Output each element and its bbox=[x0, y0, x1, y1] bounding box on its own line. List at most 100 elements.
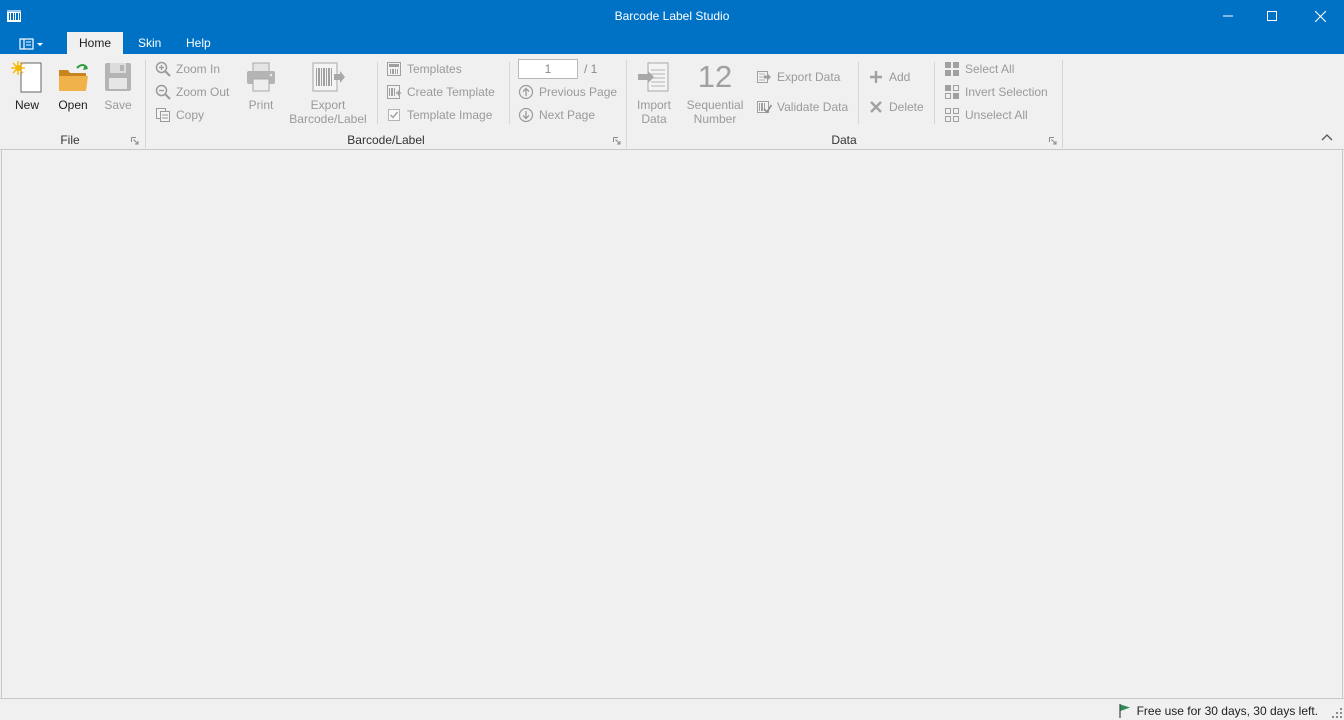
sequential-number-icon: 12 bbox=[697, 59, 733, 94]
status-message: Free use for 30 days, 30 days left. bbox=[1118, 703, 1318, 719]
save-button[interactable]: Save bbox=[97, 60, 139, 112]
close-button[interactable] bbox=[1297, 0, 1343, 32]
copy-label: Copy bbox=[176, 108, 205, 122]
template-image-label: Template Image bbox=[407, 108, 493, 122]
zoom-out-label: Zoom Out bbox=[176, 85, 230, 99]
zoom-out-button[interactable]: Zoom Out bbox=[155, 82, 229, 102]
document-workspace[interactable] bbox=[1, 150, 1343, 698]
export-data-icon bbox=[757, 71, 771, 83]
template-image-checkbox[interactable]: Template Image bbox=[386, 105, 492, 125]
sequential-number-button[interactable]: 12 Sequential Number bbox=[684, 59, 746, 127]
templates-label: Templates bbox=[407, 62, 462, 76]
previous-page-button[interactable]: Previous Page bbox=[518, 82, 617, 102]
add-button[interactable]: Add bbox=[868, 67, 910, 87]
sub-separator bbox=[858, 62, 859, 124]
open-button[interactable]: Open bbox=[52, 60, 94, 112]
invert-selection-label: Invert Selection bbox=[965, 85, 1048, 99]
create-template-label: Create Template bbox=[407, 85, 495, 99]
import-data-label-line2: Data bbox=[641, 112, 667, 126]
tab-home[interactable]: Home bbox=[67, 32, 124, 54]
select-all-label: Select All bbox=[965, 62, 1015, 76]
save-disk-icon bbox=[105, 63, 131, 91]
maximize-icon bbox=[1267, 11, 1277, 21]
group-label-barcode-label: Barcode/Label bbox=[347, 133, 425, 147]
ribbon-tab-strip: Home Skin Help bbox=[0, 32, 1344, 54]
status-bar: Free use for 30 days, 30 days left. bbox=[0, 698, 1344, 720]
status-text: Free use for 30 days, 30 days left. bbox=[1136, 704, 1318, 718]
arrow-down-circle-icon bbox=[518, 107, 534, 123]
checkbox-checked-icon bbox=[388, 109, 400, 121]
add-label: Add bbox=[889, 70, 911, 84]
create-template-button[interactable]: Create Template bbox=[386, 82, 495, 102]
create-template-icon bbox=[387, 85, 401, 99]
open-button-label: Open bbox=[58, 98, 88, 112]
copy-button[interactable]: Copy bbox=[155, 105, 204, 125]
printer-icon bbox=[247, 62, 275, 92]
sequential-number-label-line1: Sequential bbox=[686, 98, 744, 112]
collapse-ribbon-icon[interactable] bbox=[1320, 132, 1334, 142]
minimize-icon bbox=[1223, 15, 1233, 17]
data-dialog-launcher-icon[interactable] bbox=[1049, 137, 1057, 145]
delete-button[interactable]: Delete bbox=[868, 97, 924, 117]
group-label-data: Data bbox=[831, 133, 857, 147]
next-page-label: Next Page bbox=[539, 108, 596, 122]
group-separator bbox=[1062, 60, 1063, 148]
tab-help[interactable]: Help bbox=[174, 32, 223, 54]
page-number-input[interactable]: 1 bbox=[518, 59, 578, 79]
invert-selection-button[interactable]: Invert Selection bbox=[944, 82, 1048, 102]
import-data-icon bbox=[638, 62, 669, 92]
validate-data-button[interactable]: Validate Data bbox=[756, 97, 848, 117]
application-menu-icon[interactable] bbox=[18, 37, 46, 51]
new-button[interactable]: New bbox=[6, 60, 48, 112]
templates-button[interactable]: Templates bbox=[386, 59, 462, 79]
zoom-in-icon bbox=[155, 61, 171, 77]
export-barcode-label-line2: Barcode/Label bbox=[289, 112, 367, 126]
page-total-label: / 1 bbox=[584, 62, 598, 76]
plus-icon bbox=[870, 71, 882, 83]
unselect-all-icon bbox=[945, 108, 959, 122]
export-barcode-icon bbox=[312, 62, 345, 92]
tab-skin[interactable]: Skin bbox=[126, 32, 173, 54]
select-all-icon bbox=[945, 62, 959, 76]
sub-separator bbox=[377, 62, 378, 124]
save-button-label: Save bbox=[104, 98, 132, 112]
zoom-out-icon bbox=[155, 84, 171, 100]
zoom-in-label: Zoom In bbox=[176, 62, 221, 76]
window-title: Barcode Label Studio bbox=[614, 9, 730, 23]
export-data-button[interactable]: Export Data bbox=[756, 67, 840, 87]
close-icon bbox=[1314, 10, 1326, 22]
group-label-file: File bbox=[60, 133, 80, 147]
arrow-up-circle-icon bbox=[518, 84, 534, 100]
copy-icon bbox=[156, 108, 170, 122]
file-dialog-launcher-icon[interactable] bbox=[131, 137, 139, 145]
print-button[interactable]: Print bbox=[240, 60, 282, 112]
import-data-label-line1: Import bbox=[636, 98, 671, 112]
barcode-dialog-launcher-icon[interactable] bbox=[613, 137, 621, 145]
title-bar: Barcode Label Studio bbox=[0, 0, 1344, 32]
next-page-button[interactable]: Next Page bbox=[518, 105, 595, 125]
zoom-in-button[interactable]: Zoom In bbox=[155, 59, 220, 79]
validate-data-label: Validate Data bbox=[777, 100, 849, 114]
sequential-number-label-line2: Number bbox=[693, 112, 737, 126]
export-barcode-label-line1: Export bbox=[310, 98, 346, 112]
unselect-all-button[interactable]: Unselect All bbox=[944, 105, 1028, 125]
maximize-button[interactable] bbox=[1249, 0, 1295, 32]
print-label: Print bbox=[248, 98, 274, 112]
delete-label: Delete bbox=[889, 100, 924, 114]
export-barcode-label-button[interactable]: Export Barcode/Label bbox=[287, 60, 369, 126]
export-data-label: Export Data bbox=[777, 70, 841, 84]
import-data-button[interactable]: Import Data bbox=[633, 60, 675, 126]
ribbon: New Open Save File Zoom In Zoom Out Copy bbox=[0, 54, 1344, 150]
resize-grip-icon[interactable] bbox=[1332, 708, 1342, 718]
templates-icon bbox=[387, 62, 401, 76]
new-button-label: New bbox=[14, 98, 39, 112]
validate-data-icon bbox=[757, 101, 772, 114]
unselect-all-label: Unselect All bbox=[965, 108, 1028, 122]
sub-separator bbox=[934, 62, 935, 124]
open-folder-icon bbox=[59, 64, 88, 91]
flag-icon bbox=[1118, 704, 1130, 718]
minimize-button[interactable] bbox=[1205, 0, 1251, 32]
delete-x-icon bbox=[870, 101, 882, 113]
select-all-button[interactable]: Select All bbox=[944, 59, 1014, 79]
new-file-icon bbox=[11, 61, 42, 93]
